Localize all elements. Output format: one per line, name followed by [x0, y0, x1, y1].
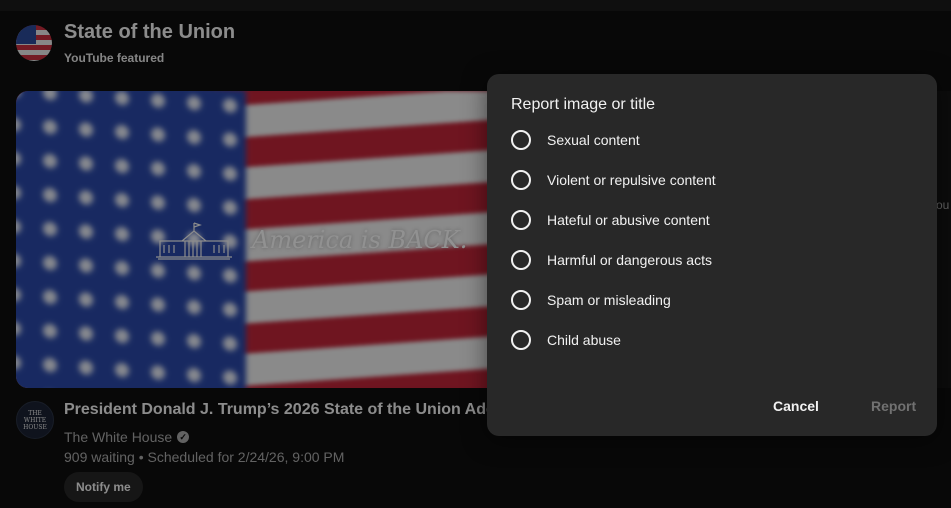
thumbnail-overlay: America is BACK.	[152, 219, 467, 261]
video-title[interactable]: President Donald J. Trump’s 2026 State o…	[64, 401, 494, 419]
radio-button[interactable]	[511, 250, 531, 270]
option-label: Sexual content	[547, 132, 640, 148]
radio-button[interactable]	[511, 210, 531, 230]
option-spam[interactable]: Spam or misleading	[511, 289, 671, 311]
radio-button[interactable]	[511, 330, 531, 350]
option-violent-content[interactable]: Violent or repulsive content	[511, 169, 716, 191]
radio-button[interactable]	[511, 290, 531, 310]
video-thumbnail[interactable]: America is BACK. Up	[16, 91, 556, 388]
report-dialog: Report image or title Sexual content Vio…	[487, 74, 937, 436]
option-label: Hateful or abusive content	[547, 212, 710, 228]
adjacent-card-text: ou	[936, 198, 950, 212]
video-meta: 909 waiting • Scheduled for 2/24/26, 9:0…	[64, 449, 345, 465]
channel-avatar[interactable]	[16, 25, 52, 61]
option-label: Violent or repulsive content	[547, 172, 716, 188]
top-bar	[0, 0, 951, 11]
channel-subtitle: YouTube featured	[64, 51, 165, 65]
option-label: Spam or misleading	[547, 292, 671, 308]
thumbnail-headline: America is BACK.	[252, 226, 468, 254]
white-house-icon	[156, 222, 232, 260]
option-hateful-content[interactable]: Hateful or abusive content	[511, 209, 710, 231]
verified-icon: ✓	[177, 431, 190, 443]
flag-canton	[16, 25, 36, 44]
option-label: Child abuse	[547, 332, 621, 348]
option-harmful-acts[interactable]: Harmful or dangerous acts	[511, 249, 712, 271]
avatar-text: THE WHITE HOUSE	[23, 409, 47, 431]
dialog-title: Report image or title	[511, 96, 656, 113]
option-label: Harmful or dangerous acts	[547, 252, 712, 268]
option-child-abuse[interactable]: Child abuse	[511, 329, 621, 351]
video-channel[interactable]: The White House ✓	[64, 429, 190, 445]
white-house-avatar[interactable]: THE WHITE HOUSE	[16, 401, 54, 439]
option-sexual-content[interactable]: Sexual content	[511, 129, 640, 151]
report-button[interactable]: Report	[871, 398, 916, 414]
page: State of the Union YouTube featured Amer…	[0, 0, 951, 508]
channel-title[interactable]: State of the Union	[64, 21, 235, 44]
video-channel-name[interactable]: The White House	[64, 429, 172, 445]
radio-button[interactable]	[511, 170, 531, 190]
radio-button[interactable]	[511, 130, 531, 150]
notify-me-button[interactable]: Notify me	[64, 472, 143, 502]
cancel-button[interactable]: Cancel	[773, 398, 819, 414]
